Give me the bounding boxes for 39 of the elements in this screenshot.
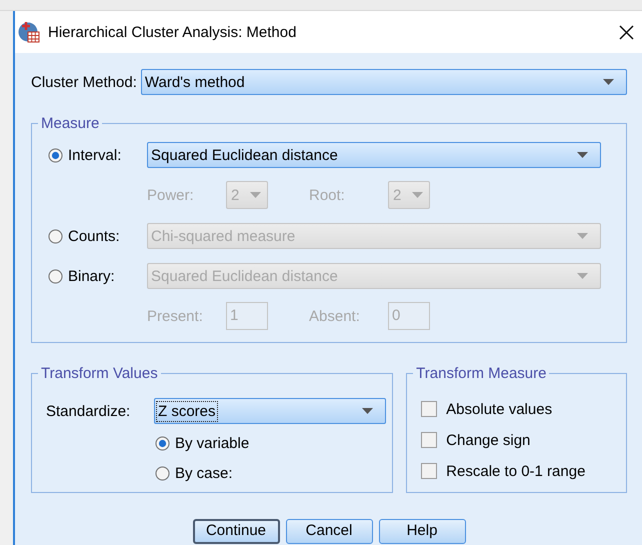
- field-label: Power:: [147, 186, 195, 204]
- app-icon: [18, 21, 40, 43]
- field-label: Present:: [147, 308, 204, 324]
- checkbox[interactable]: Change sign: [421, 428, 530, 452]
- radio-circle-icon: [48, 268, 63, 284]
- group-title: Transform Values: [41, 365, 158, 382]
- radio-circle-icon: [48, 148, 63, 162]
- radio-circle-icon: [48, 228, 63, 244]
- dropdown[interactable]: Squared Euclidean distance: [147, 142, 601, 168]
- group-title: Measure: [41, 115, 100, 132]
- caret-icon: [412, 192, 423, 198]
- dialog-button[interactable]: Cancel: [286, 519, 372, 544]
- dialog-button[interactable]: Continue: [192, 519, 280, 544]
- checkbox[interactable]: Rescale to 0-1 range: [421, 459, 586, 483]
- caret-icon: [250, 192, 261, 198]
- caret-icon: [577, 152, 588, 158]
- radio-button[interactable]: By case:: [155, 460, 233, 486]
- dropdown[interactable]: Z scores: [154, 398, 386, 424]
- checkbox[interactable]: Absolute values: [421, 397, 552, 421]
- radio-button[interactable]: By variable: [155, 430, 250, 456]
- window-title: Hierarchical Cluster Analysis: Method: [48, 24, 298, 40]
- checkbox-square-icon: [421, 432, 438, 448]
- radio-circle-icon: [155, 466, 170, 480]
- checkbox-square-icon: [421, 463, 438, 479]
- dropdown[interactable]: Ward's method: [140, 69, 627, 95]
- caret-icon: [577, 273, 588, 279]
- dialog-button[interactable]: Help: [378, 519, 466, 544]
- group-title: Transform Measure: [416, 365, 546, 382]
- radio-button[interactable]: Interval:: [48, 142, 122, 168]
- radio-circle-icon: [155, 436, 170, 450]
- caret-icon: [603, 79, 614, 85]
- field-label: Cluster Method:: [31, 74, 137, 90]
- caret-icon: [362, 408, 373, 414]
- checkbox-square-icon: [421, 401, 438, 417]
- field-label: Root:: [309, 186, 346, 204]
- close-icon[interactable]: [619, 24, 634, 40]
- caret-icon: [577, 233, 588, 239]
- field-label: Absent:: [309, 308, 361, 324]
- field-label: Standardize:: [46, 402, 132, 420]
